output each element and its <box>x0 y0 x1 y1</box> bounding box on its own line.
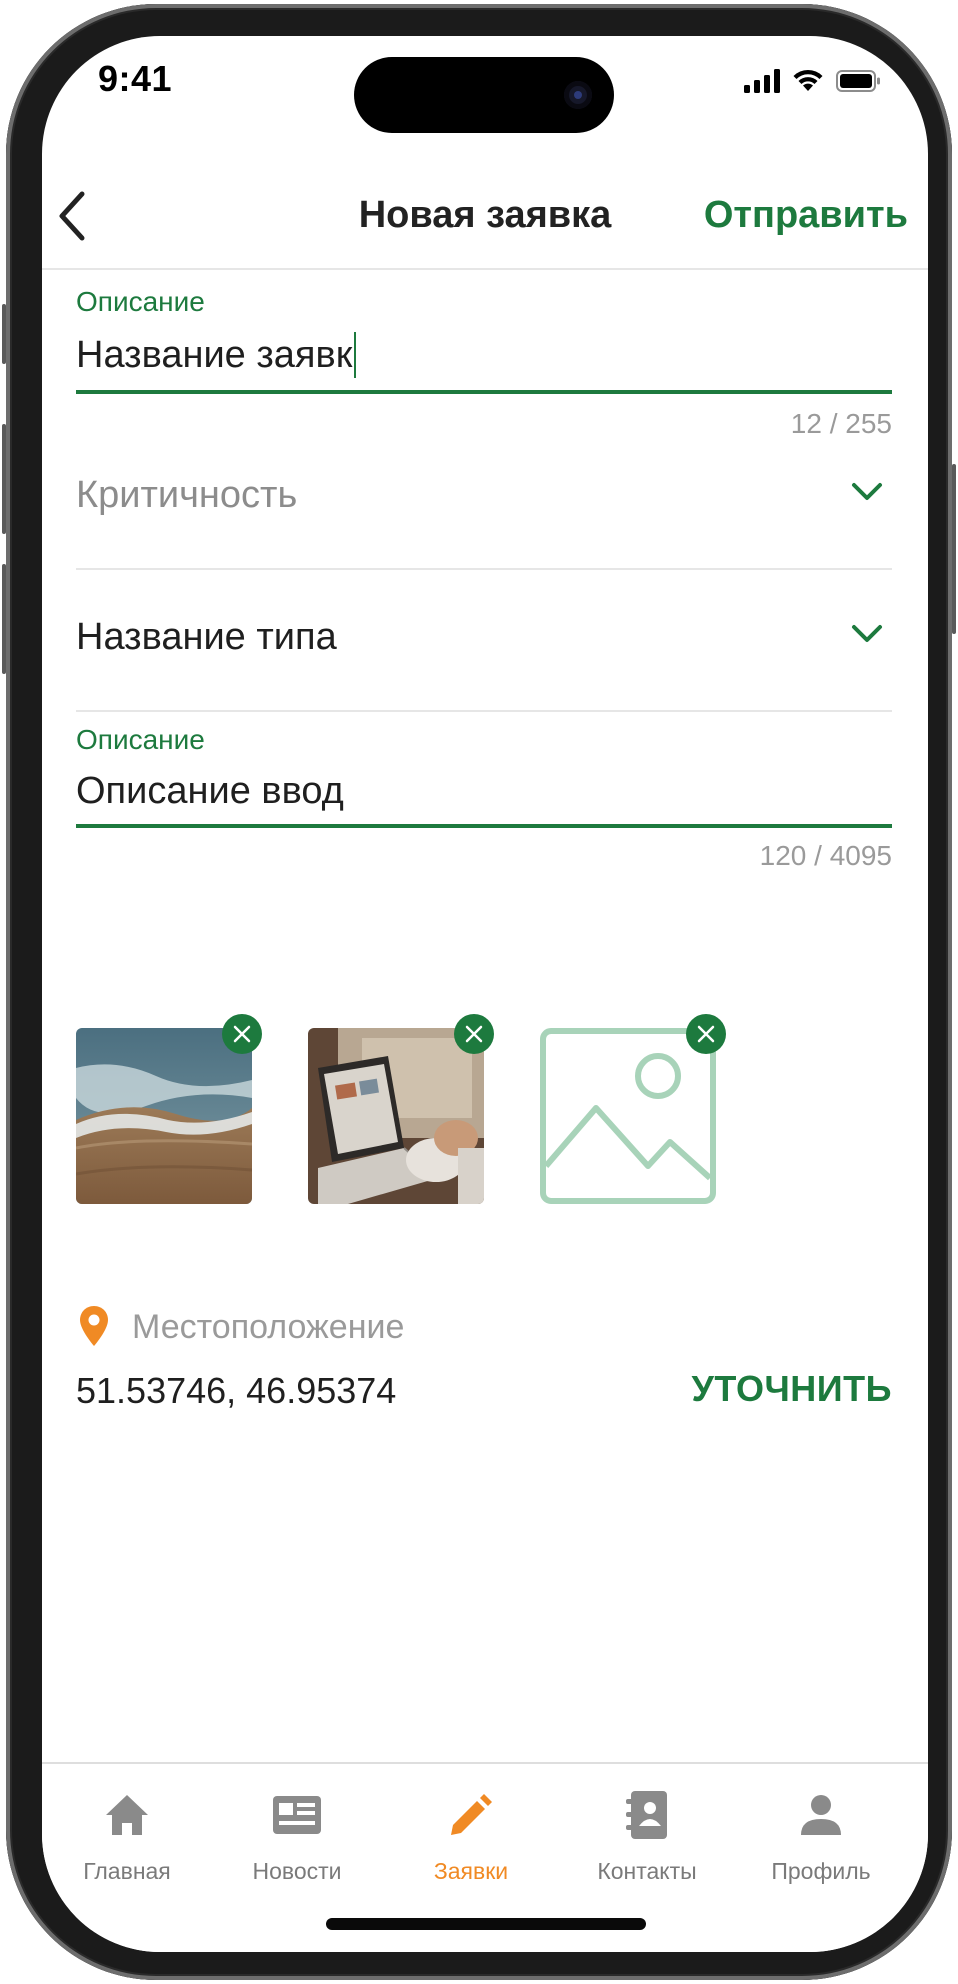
power-button <box>952 464 956 634</box>
text-caret <box>354 332 357 378</box>
tab-news[interactable]: Новости <box>212 1784 382 1885</box>
attachment-photo-sea[interactable] <box>76 1014 262 1204</box>
home-icon <box>106 1795 148 1835</box>
tab-profile-label: Профиль <box>771 1858 871 1884</box>
description-input[interactable]: Описание ввод <box>76 770 892 813</box>
location-pin-icon <box>80 1306 108 1346</box>
title-input[interactable]: Название заявк <box>76 332 892 378</box>
tab-requests-label: Заявки <box>433 1858 509 1884</box>
tab-news-label: Новости <box>252 1858 342 1884</box>
location-label: Местоположение <box>132 1308 405 1346</box>
volume-down-button <box>2 564 6 674</box>
description-field[interactable]: Описание Описание ввод <box>76 724 892 813</box>
tab-home[interactable]: Главная <box>42 1784 212 1885</box>
description-field-underline <box>76 824 892 828</box>
tab-contacts[interactable]: Контакты <box>562 1784 732 1885</box>
criticality-placeholder: Критичность <box>76 474 298 516</box>
battery-icon <box>836 70 880 92</box>
wifi-icon <box>793 69 823 91</box>
title-field[interactable]: Описание Название заявк <box>76 286 892 378</box>
chevron-down-icon <box>852 625 882 642</box>
attachments-row <box>76 1014 892 1228</box>
tab-profile[interactable]: Профиль <box>736 1784 906 1885</box>
volume-up-button <box>2 424 6 534</box>
app-screen: 9:41 Новая заявка Отправить Описание Наз… <box>42 36 928 1952</box>
criticality-select[interactable]: Критичность <box>76 430 892 570</box>
remove-attachment-button[interactable] <box>686 1014 726 1054</box>
send-button[interactable]: Отправить <box>704 194 908 237</box>
close-icon <box>697 1025 715 1043</box>
side-button <box>2 304 6 364</box>
remove-attachment-button[interactable] <box>222 1014 262 1054</box>
status-icons <box>744 66 882 96</box>
title-input-value: Название заявк <box>76 333 353 376</box>
attachment-placeholder[interactable] <box>540 1014 726 1204</box>
refine-location-button[interactable]: УТОЧНИТЬ <box>691 1368 892 1410</box>
description-char-counter: 120 / 4095 <box>759 840 892 871</box>
location-coordinates: 51.53746, 46.95374 <box>76 1370 397 1411</box>
close-icon <box>465 1025 483 1043</box>
chevron-down-icon <box>852 483 882 500</box>
home-indicator <box>326 1918 646 1930</box>
status-time: 9:41 <box>98 58 173 99</box>
news-icon <box>273 1796 321 1834</box>
close-icon <box>233 1025 251 1043</box>
camera-icon <box>564 81 592 109</box>
image-placeholder-icon <box>540 1028 716 1204</box>
laptop-photo <box>308 1028 484 1204</box>
signal-icon <box>744 69 780 93</box>
tab-home-label: Главная <box>83 1858 171 1884</box>
nav-header: Новая заявка Отправить <box>42 146 928 270</box>
description-field-label: Описание <box>76 724 205 755</box>
type-select[interactable]: Название типа <box>76 572 892 712</box>
title-field-label: Описание <box>76 286 205 317</box>
type-select-value: Название типа <box>76 616 337 658</box>
title-field-underline <box>76 390 892 394</box>
remove-attachment-button[interactable] <box>454 1014 494 1054</box>
attachment-photo-laptop[interactable] <box>308 1014 494 1204</box>
sea-shore-photo <box>76 1028 252 1204</box>
profile-icon <box>801 1795 841 1835</box>
device-frame: 9:41 Новая заявка Отправить Описание Наз… <box>0 0 958 1984</box>
contacts-icon <box>626 1791 667 1839</box>
pencil-icon <box>451 1794 492 1835</box>
dynamic-island <box>354 57 614 133</box>
tab-requests[interactable]: Заявки <box>386 1784 556 1885</box>
description-input-value: Описание ввод <box>76 770 344 812</box>
phone-body: 9:41 Новая заявка Отправить Описание Наз… <box>2 4 956 1980</box>
tab-contacts-label: Контакты <box>597 1858 697 1884</box>
